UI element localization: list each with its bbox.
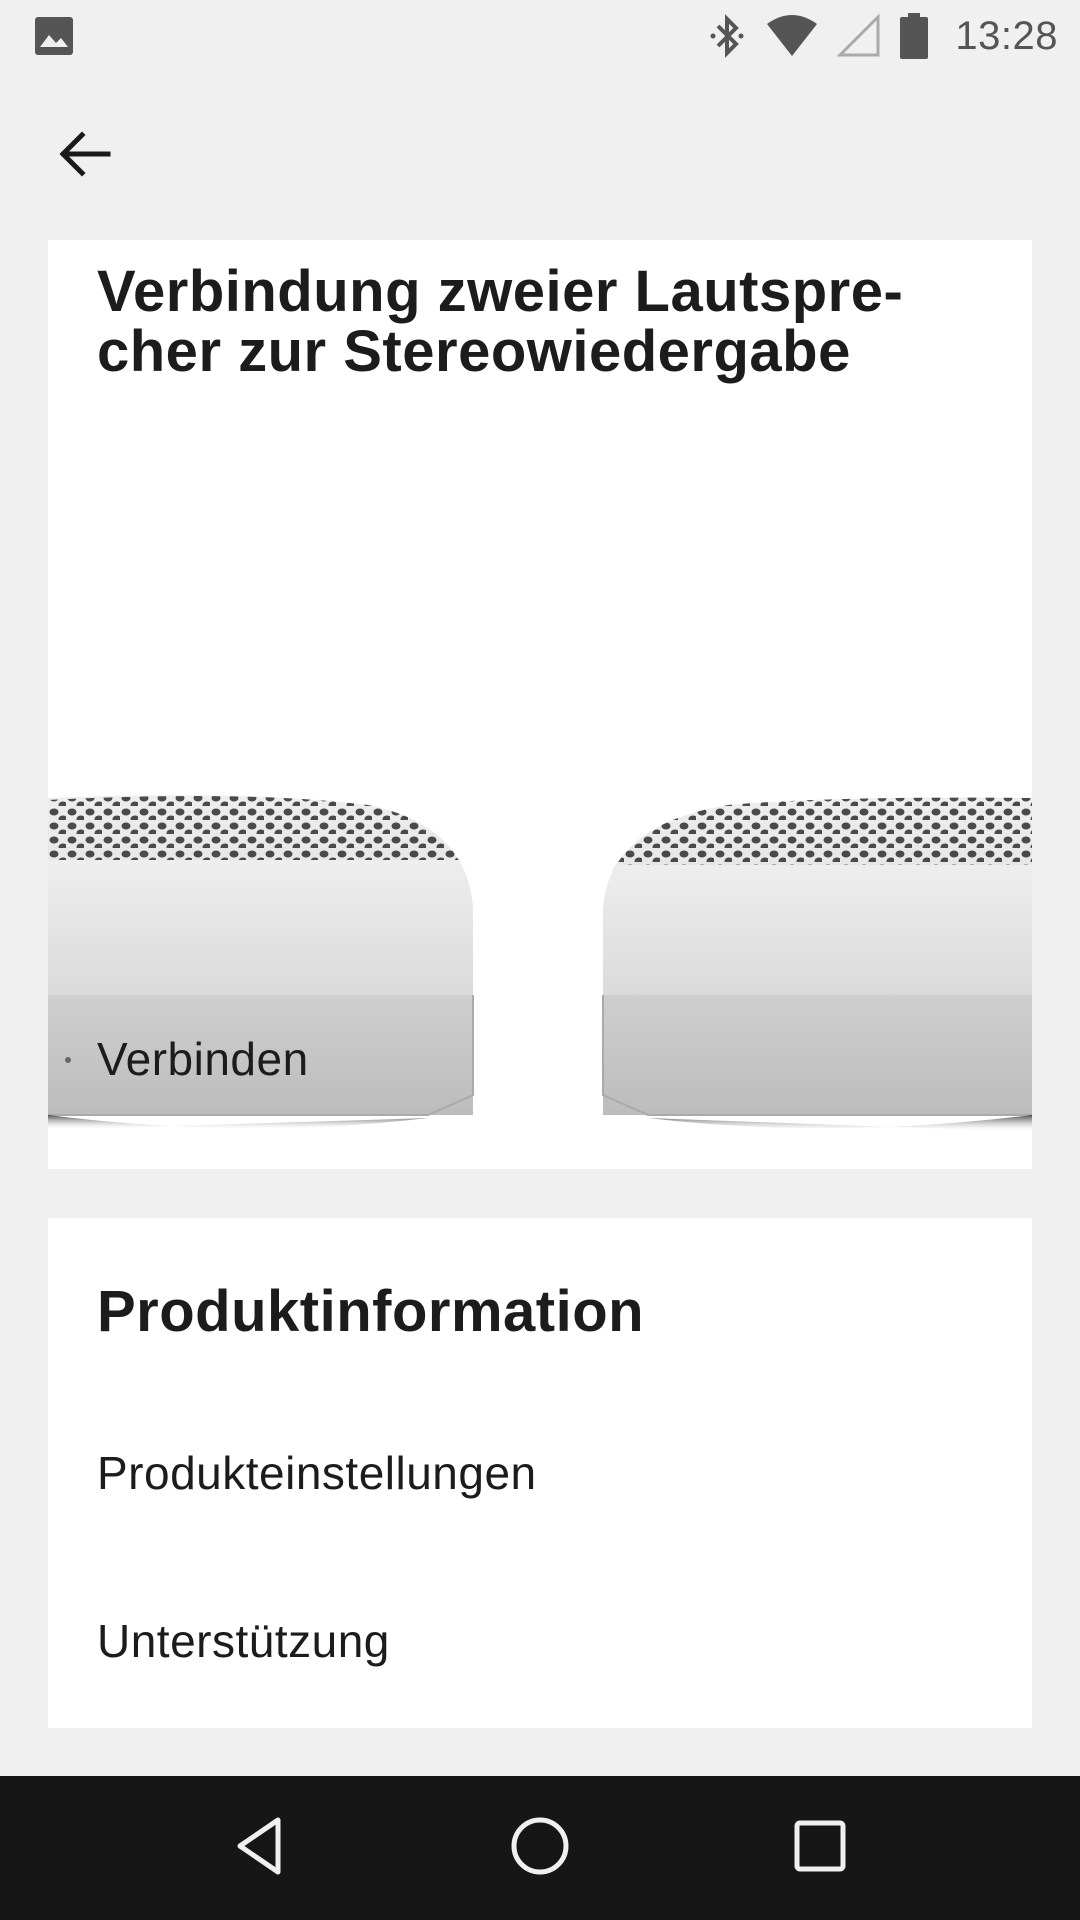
product-settings-link[interactable]: Produkteinstellungen — [97, 1446, 537, 1500]
back-button[interactable] — [40, 114, 130, 198]
system-nav-bar — [0, 1776, 1080, 1920]
app-bar — [0, 100, 1080, 212]
cellular-signal-icon — [837, 14, 881, 58]
back-triangle-icon — [230, 1814, 290, 1883]
battery-icon — [899, 13, 929, 59]
nav-back-button[interactable] — [200, 1788, 320, 1908]
image-icon — [34, 16, 74, 56]
recents-square-icon — [790, 1816, 850, 1881]
status-time: 13:28 — [955, 13, 1058, 58]
nav-recents-button[interactable] — [760, 1788, 880, 1908]
status-bar: 13:28 — [0, 0, 1080, 72]
product-info-heading: Produktinformation — [97, 1279, 645, 1344]
status-right: 13:28 — [707, 13, 1058, 59]
stereo-pairing-card: Verbindung zweier Lautspre- cher zur Ste… — [48, 240, 1032, 1169]
status-left — [34, 16, 74, 56]
arrow-back-icon — [58, 130, 112, 183]
bluetooth-icon — [707, 14, 747, 58]
right-speaker — [602, 797, 1032, 1132]
product-info-card: Produktinformation Produkteinstellungen … — [48, 1218, 1032, 1728]
home-circle-icon — [508, 1814, 572, 1883]
title-line-2: cher zur Stereowiedergabe — [97, 319, 851, 384]
support-link[interactable]: Unterstützung — [97, 1614, 390, 1668]
wifi-icon — [765, 14, 819, 58]
nav-home-button[interactable] — [480, 1788, 600, 1908]
stereo-pairing-title: Verbindung zweier Lautspre- cher zur Ste… — [97, 262, 997, 382]
connect-link[interactable]: Verbinden — [97, 1032, 309, 1086]
title-line-1: Verbindung zweier Lautspre- — [97, 259, 904, 324]
